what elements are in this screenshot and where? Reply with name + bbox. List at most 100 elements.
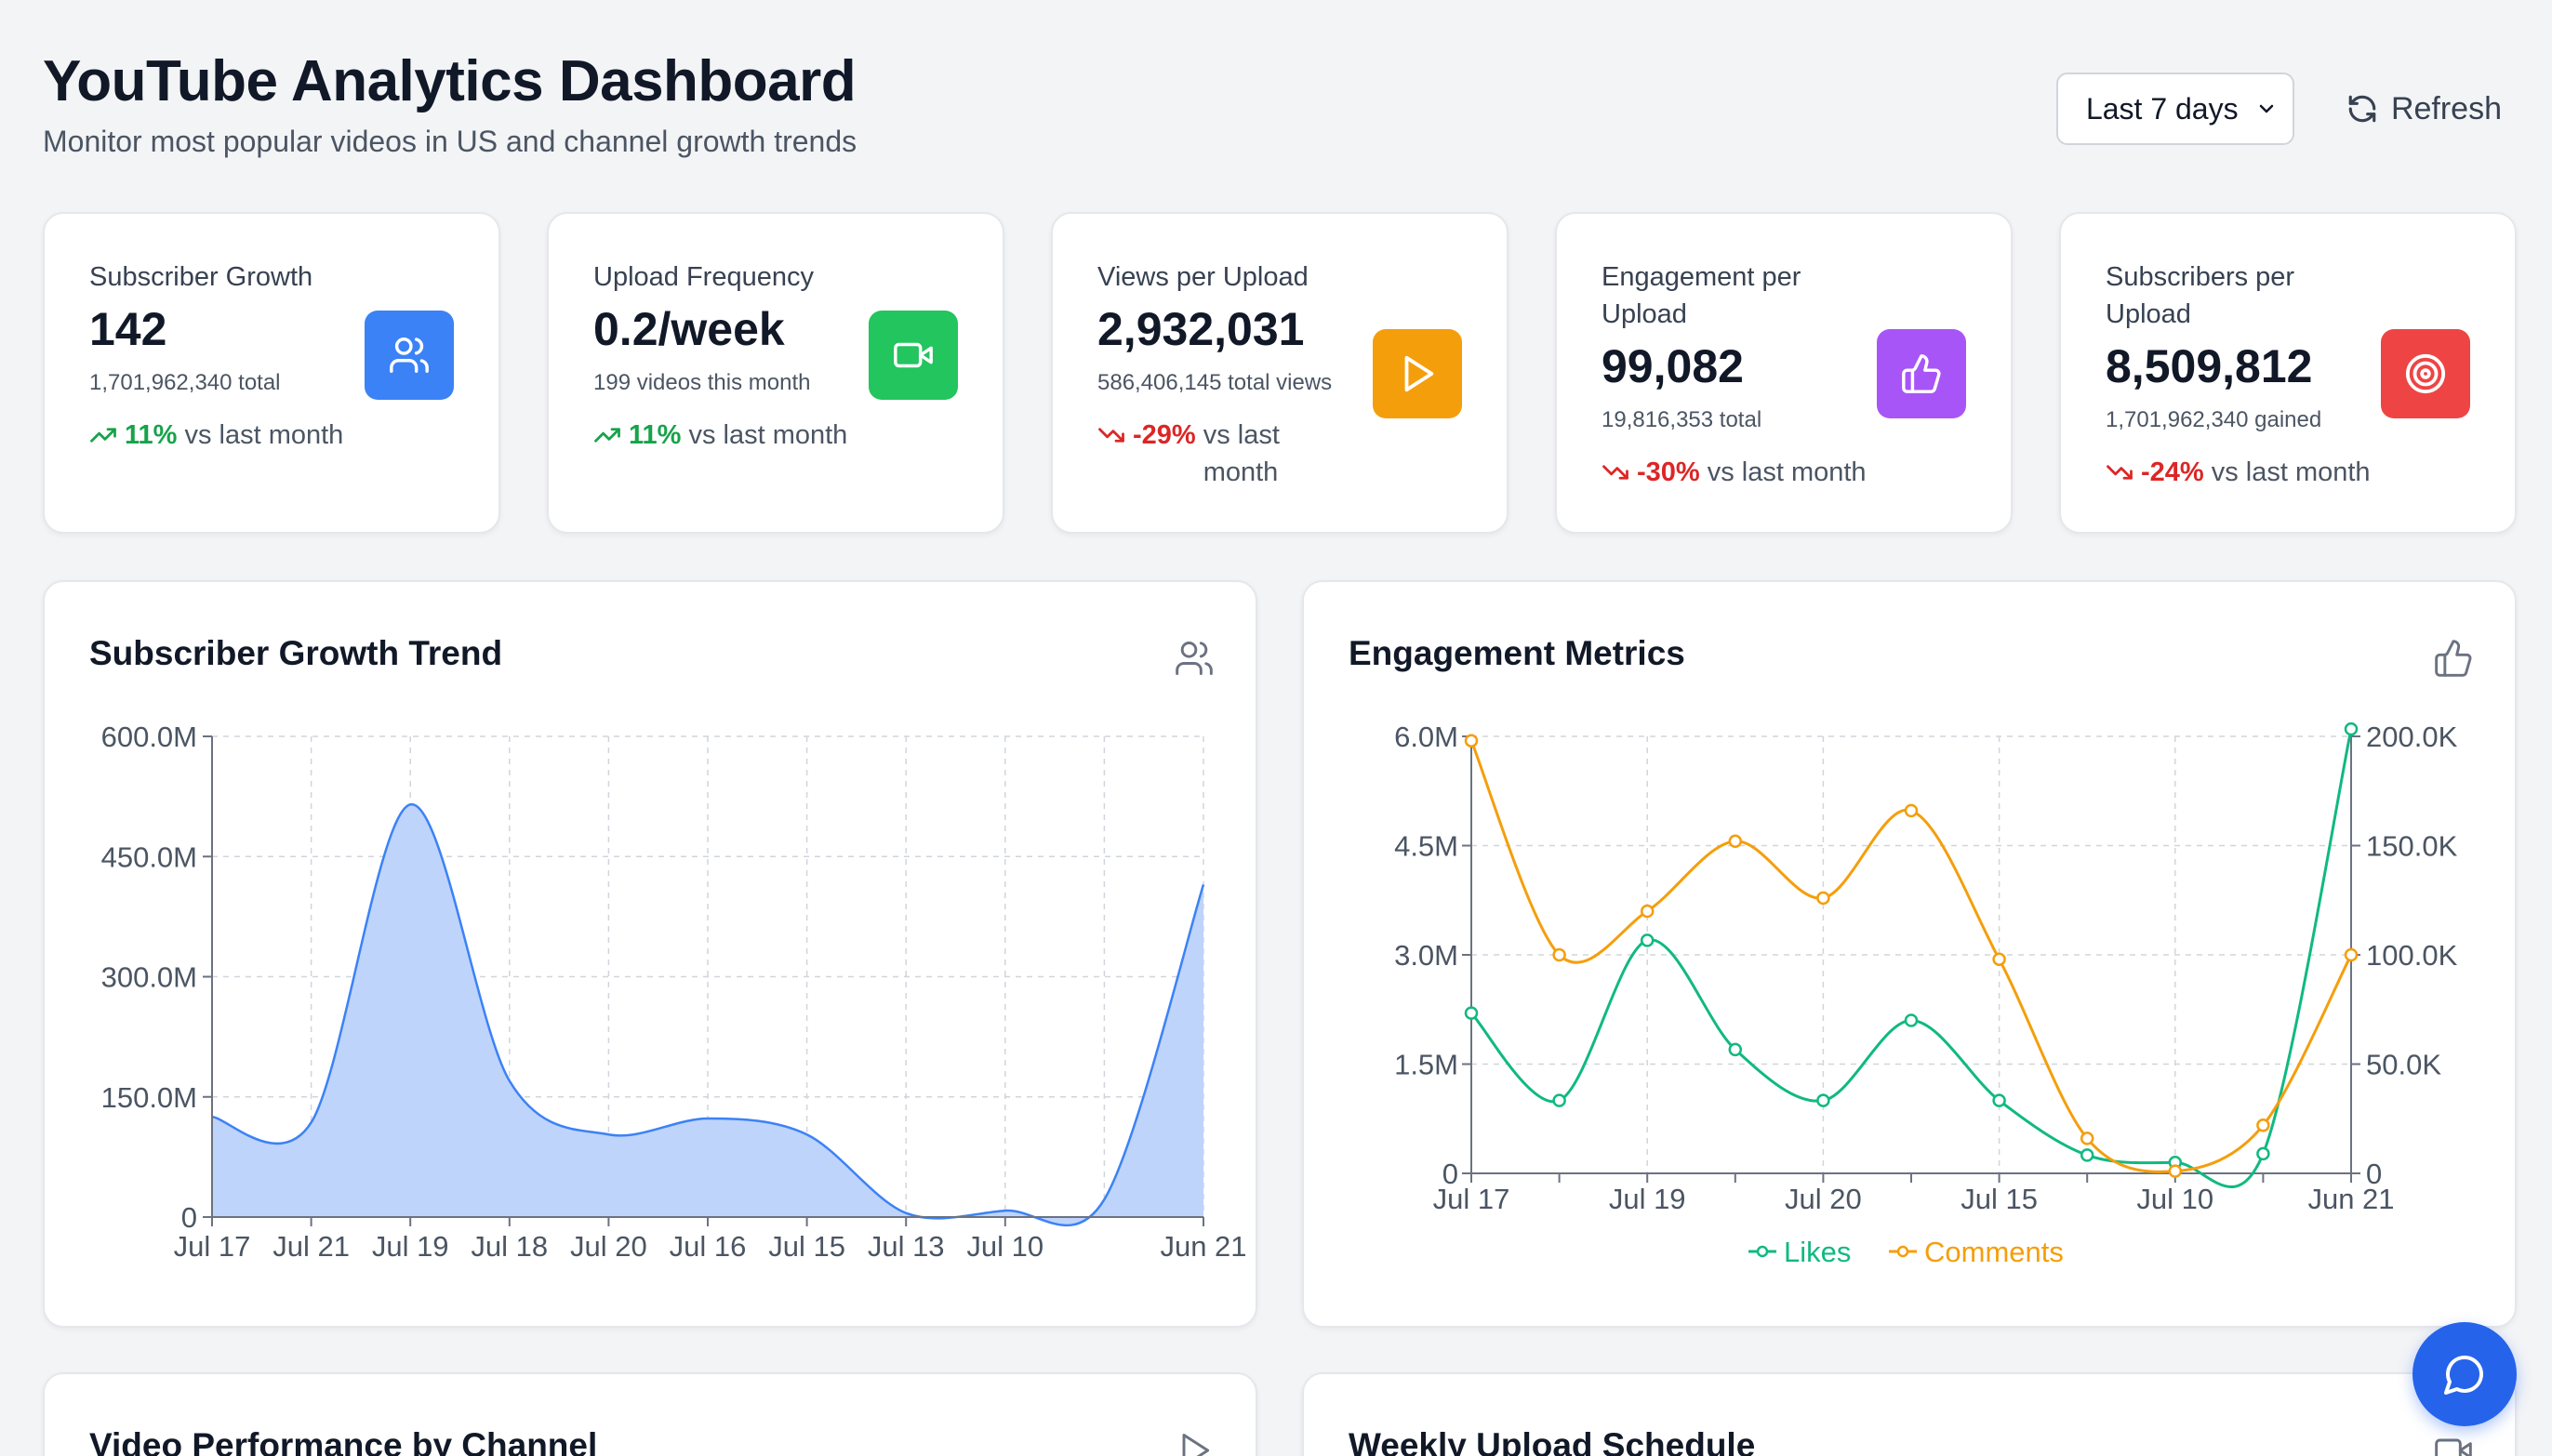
panel-title: Weekly Upload Schedule bbox=[1349, 1426, 1756, 1456]
video-icon bbox=[2435, 1438, 2472, 1456]
stat-card-views-per-upload: Views per Upload 2,932,031 586,406,145 t… bbox=[1051, 212, 1509, 534]
date-range-select[interactable]: Last 7 days bbox=[2055, 73, 2294, 145]
chat-bubble-icon bbox=[2444, 1356, 2483, 1395]
stat-card-subscriber-growth: Subscriber Growth 142 1,701,962,340 tota… bbox=[43, 212, 500, 534]
trending-down-icon bbox=[1098, 428, 1124, 443]
x-tick-label: Jul 21 bbox=[272, 1230, 350, 1263]
data-point-comments bbox=[2080, 1132, 2094, 1145]
x-tick-label: Jul 19 bbox=[372, 1230, 449, 1263]
y-tick-label: 150.0M bbox=[101, 1081, 197, 1114]
data-point-likes bbox=[2080, 1148, 2094, 1162]
data-point-likes bbox=[1728, 1042, 1743, 1057]
data-point-comments bbox=[2256, 1118, 2270, 1132]
y-tick-label: 600.0M bbox=[101, 721, 197, 753]
stat-trend-percent: 11% bbox=[629, 420, 682, 450]
x-tick-label: Jul 15 bbox=[1961, 1183, 2038, 1215]
x-tick-label: Jul 10 bbox=[966, 1230, 1043, 1263]
refresh-label: Refresh bbox=[2390, 90, 2502, 126]
data-point-likes bbox=[1992, 1093, 2006, 1107]
engagement-metrics-panel: Engagement Metrics 0 1.5M 3.0M 4.5M 6.0M 0 50.… bbox=[1302, 580, 2517, 1328]
x-tick-label: Jul 15 bbox=[768, 1230, 845, 1263]
stat-trend-percent: -24% bbox=[2141, 457, 2204, 487]
refresh-button[interactable]: Refresh bbox=[2332, 73, 2517, 145]
header-controls: Last 7 days Refresh bbox=[2055, 73, 2517, 145]
play-icon bbox=[1182, 1434, 1210, 1456]
users-icon bbox=[365, 311, 454, 400]
stat-trend-text: vs last month bbox=[688, 420, 848, 450]
stat-label: Subscribers per Upload bbox=[2106, 262, 2295, 329]
stat-card-engagement-per-upload: Engagement per Upload 99,082 19,816,353 … bbox=[1555, 212, 2013, 534]
x-tick-label: Jul 18 bbox=[471, 1230, 548, 1263]
x-tick-label: Jul 19 bbox=[1609, 1183, 1686, 1215]
y-right-tick-label: 100.0K bbox=[2366, 939, 2458, 972]
stat-label: Upload Frequency bbox=[593, 262, 814, 292]
data-point-comments bbox=[1464, 734, 1479, 748]
stat-card-subscribers-per-upload: Subscribers per Upload 8,509,812 1,701,9… bbox=[2059, 212, 2517, 534]
y-left-tick-label: 4.5M bbox=[1394, 830, 1458, 863]
panel-title: Video Performance by Channel bbox=[89, 1426, 598, 1456]
x-tick-label: Jul 13 bbox=[868, 1230, 945, 1263]
stat-label: Subscriber Growth bbox=[89, 262, 313, 292]
x-tick-label: Jul 17 bbox=[174, 1230, 251, 1263]
x-tick-label: Jul 16 bbox=[670, 1230, 747, 1263]
y-right-tick-label: 150.0K bbox=[2366, 830, 2458, 863]
refresh-icon bbox=[2348, 95, 2376, 123]
stat-trend-percent: 11% bbox=[125, 420, 178, 450]
trending-down-icon bbox=[2107, 465, 2133, 480]
data-point-comments bbox=[1640, 904, 1655, 919]
data-point-comments bbox=[1816, 891, 1830, 906]
stat-card-upload-frequency: Upload Frequency 0.2/week 199 videos thi… bbox=[547, 212, 1004, 534]
stat-trend-text: vs last month bbox=[2211, 457, 2371, 487]
trending-down-icon bbox=[1602, 465, 1628, 480]
thumbs-up-icon bbox=[1877, 329, 1966, 418]
stat-trend-text: vs last month bbox=[1203, 420, 1280, 487]
y-left-tick-label: 1.5M bbox=[1394, 1049, 1458, 1081]
x-tick-label: Jun 21 bbox=[2307, 1183, 2394, 1215]
trending-up-icon bbox=[594, 428, 620, 443]
date-range-value: Last 7 days bbox=[2085, 91, 2239, 126]
data-point-likes bbox=[1816, 1093, 1830, 1107]
stat-trend: -29% vs last month bbox=[1097, 417, 1462, 491]
series-line-likes bbox=[1469, 728, 2353, 1189]
data-point-comments bbox=[1992, 952, 2006, 966]
stat-label: Views per Upload bbox=[1097, 262, 1309, 292]
stat-trend-percent: -29% bbox=[1133, 420, 1196, 450]
subscriber-growth-chart: 0 150.0M 300.0M 450.0M 600.0M Jul 17 Jul 21 Jul… bbox=[101, 721, 1247, 1263]
legend-swatch-marker bbox=[1756, 1245, 1769, 1258]
chat-button[interactable] bbox=[2412, 1322, 2517, 1426]
stat-trend: 11% vs last month bbox=[89, 417, 454, 454]
video-performance-panel: Video Performance by Channel bbox=[43, 1372, 1257, 1456]
stat-cards: Subscriber Growth 142 1,701,962,340 tota… bbox=[43, 212, 2517, 534]
chart-legend: Likes Comments bbox=[1748, 1236, 2064, 1268]
play-icon bbox=[1373, 329, 1462, 418]
data-point-comments bbox=[2168, 1164, 2183, 1178]
legend-swatch-marker bbox=[1896, 1245, 1909, 1258]
data-point-likes bbox=[1640, 933, 1655, 947]
x-tick-label: Jul 10 bbox=[2136, 1183, 2213, 1215]
legend-label: Comments bbox=[1924, 1236, 2064, 1268]
subscriber-growth-panel: Subscriber Growth Trend 0 150.0M 300.0M 450… bbox=[43, 580, 1257, 1328]
y-left-tick-label: 3.0M bbox=[1394, 939, 1458, 972]
stat-trend-percent: -30% bbox=[1637, 457, 1700, 487]
dashboard-page: YouTube Analytics Dashboard Monitor most… bbox=[0, 0, 2552, 1456]
target-icon bbox=[2381, 329, 2470, 418]
stat-label: Engagement per Upload bbox=[1602, 262, 1801, 329]
trending-up-icon bbox=[90, 428, 116, 443]
data-point-likes bbox=[1464, 1006, 1479, 1020]
stat-trend: -30% vs last month bbox=[1602, 454, 1966, 491]
y-tick-label: 0 bbox=[181, 1201, 197, 1234]
y-right-tick-label: 50.0K bbox=[2366, 1049, 2441, 1081]
data-point-likes bbox=[1552, 1093, 1566, 1107]
chevron-down-icon bbox=[2259, 104, 2274, 113]
upload-schedule-panel: Weekly Upload Schedule bbox=[1302, 1372, 2517, 1456]
y-left-tick-label: 6.0M bbox=[1394, 721, 1458, 753]
data-point-comments bbox=[1904, 803, 1919, 818]
x-tick-label: Jul 20 bbox=[1785, 1183, 1862, 1215]
stat-trend: -24% vs last month bbox=[2106, 454, 2470, 491]
data-point-comments bbox=[1552, 947, 1566, 962]
y-right-tick-label: 200.0K bbox=[2366, 721, 2458, 753]
x-tick-label: Jun 21 bbox=[1160, 1230, 1246, 1263]
stat-trend: 11% vs last month bbox=[593, 417, 958, 454]
stat-trend-text: vs last month bbox=[184, 420, 344, 450]
y-tick-label: 450.0M bbox=[101, 841, 197, 873]
